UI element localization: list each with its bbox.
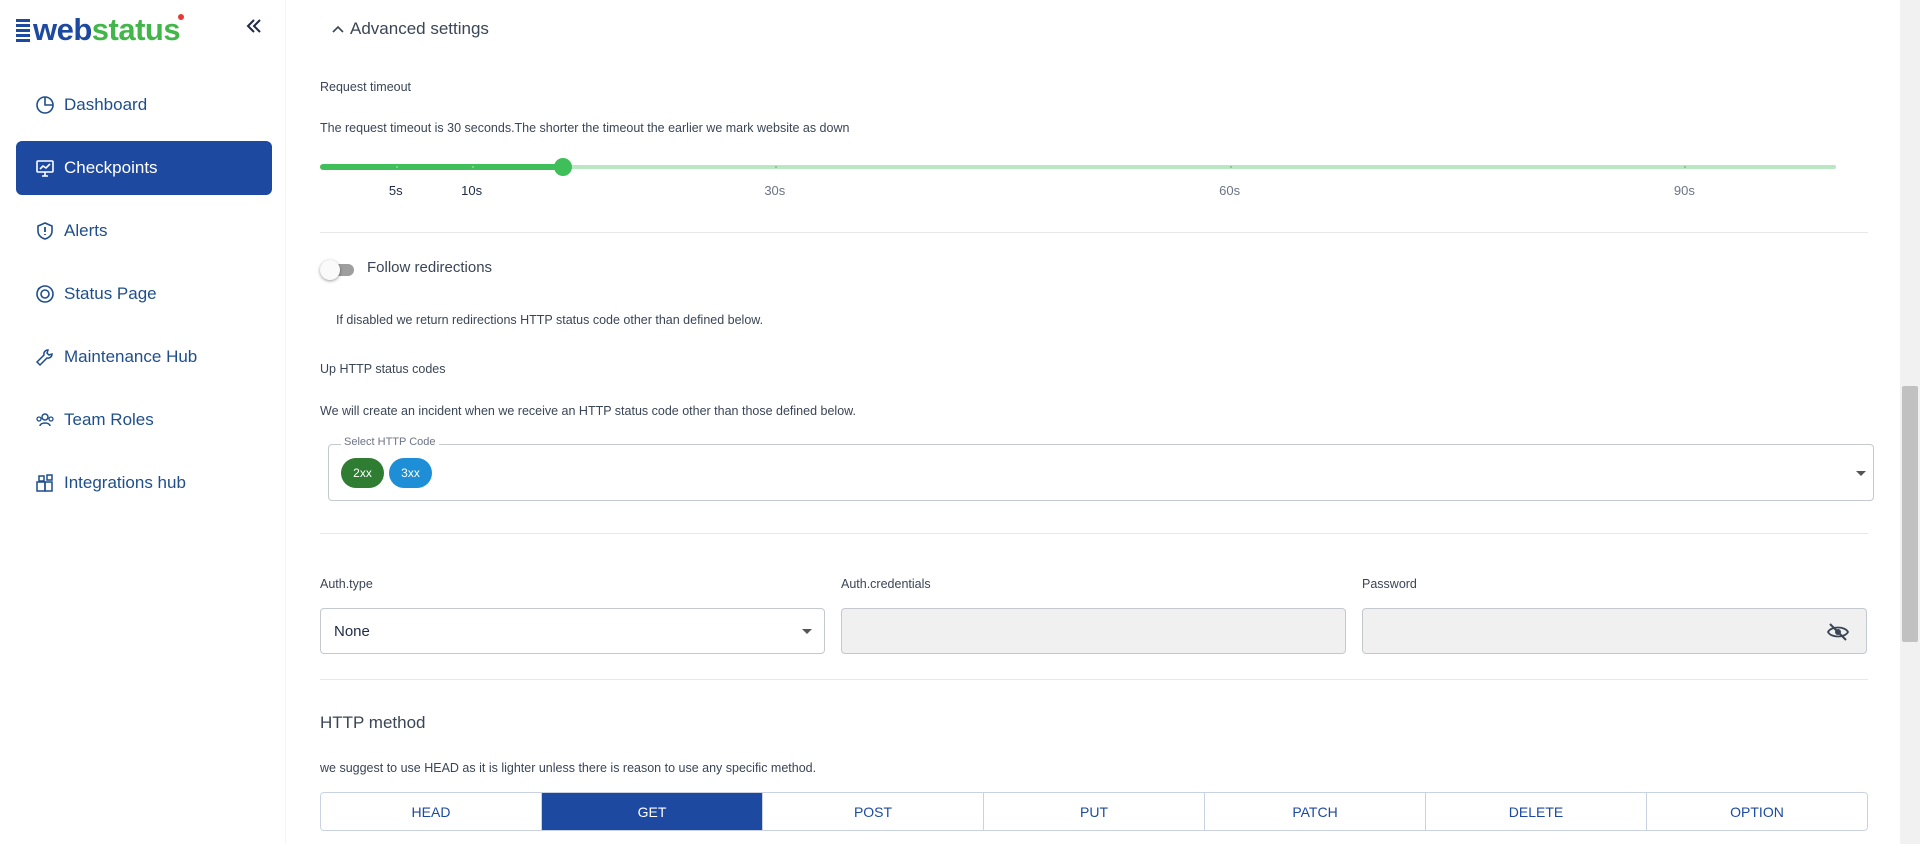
sidebar-item-label: Status Page	[64, 284, 157, 303]
sidebar-item-integrations-hub[interactable]: Integrations hub	[16, 456, 272, 510]
team-icon	[34, 409, 56, 431]
slider-thumb[interactable]	[553, 158, 572, 176]
method-button-option[interactable]: OPTION	[1647, 793, 1867, 830]
method-button-patch[interactable]: PATCH	[1205, 793, 1426, 830]
sidebar-nav: Dashboard Checkpoints Alerts Status Page	[16, 78, 272, 519]
caret-down-icon	[1856, 471, 1866, 476]
request-timeout-slider[interactable]	[320, 158, 1836, 176]
advanced-settings-title: Advanced settings	[350, 19, 489, 38]
status-page-icon	[34, 283, 56, 305]
password-input[interactable]	[1362, 608, 1867, 654]
slider-mark-label[interactable]: 60s	[1219, 183, 1240, 198]
scrollbar-thumb[interactable]	[1902, 386, 1918, 642]
sidebar-item-label: Integrations hub	[64, 473, 186, 492]
slider-mark-label[interactable]: 5s	[389, 183, 403, 198]
chip-2xx[interactable]: 2xx	[341, 458, 384, 488]
main-content: Advanced settings Request timeout The re…	[286, 0, 1900, 844]
method-button-delete[interactable]: DELETE	[1426, 793, 1647, 830]
http-method-title: HTTP method	[320, 713, 426, 732]
auth-type-value: None	[334, 622, 370, 640]
chip-3xx[interactable]: 3xx	[389, 458, 432, 488]
advanced-settings-toggle[interactable]: Advanced settings	[332, 19, 489, 39]
http-method-description: we suggest to use HEAD as it is lighter …	[320, 761, 817, 775]
slider-mark	[395, 166, 398, 168]
logo-text-web: web	[33, 12, 92, 47]
up-http-codes-label: Up HTTP status codes	[320, 362, 446, 376]
double-chevron-left-icon[interactable]	[242, 14, 266, 38]
http-code-select[interactable]: Select HTTP Code 2xx 3xx	[328, 436, 1874, 501]
method-button-head[interactable]: HEAD	[321, 793, 542, 830]
follow-redirections-switch[interactable]	[320, 260, 356, 280]
sidebar-item-team-roles[interactable]: Team Roles	[16, 393, 272, 447]
chevron-up-icon	[332, 25, 344, 33]
slider-mark	[1684, 166, 1687, 168]
slider-mark	[774, 166, 777, 168]
auth-type-label: Auth.type	[320, 577, 373, 591]
http-code-select-label: Select HTTP Code	[341, 436, 439, 448]
divider	[320, 533, 1868, 534]
slider-mark-label[interactable]: 10s	[461, 183, 482, 198]
request-timeout-label: Request timeout	[320, 80, 412, 94]
auth-credentials-label: Auth.credentials	[841, 577, 931, 591]
follow-redirections-label: Follow redirections	[367, 259, 493, 276]
sidebar-item-checkpoints[interactable]: Checkpoints	[16, 141, 272, 195]
sidebar-item-maintenance-hub[interactable]: Maintenance Hub	[16, 330, 272, 384]
webstatus-logo[interactable]: web status	[16, 12, 185, 48]
request-timeout-description: The request timeout is 30 seconds.The sh…	[320, 121, 850, 135]
integrations-icon	[34, 472, 56, 494]
password-label: Password	[1362, 577, 1417, 591]
sidebar-item-label: Dashboard	[64, 95, 148, 114]
auth-type-select[interactable]: None	[320, 608, 825, 654]
sidebar-item-label: Maintenance Hub	[64, 347, 198, 366]
method-button-get[interactable]: GET	[542, 793, 763, 830]
http-method-button-group: HEAD GET POST PUT PATCH DELETE OPTION	[320, 792, 1868, 831]
divider	[320, 232, 1868, 233]
sidebar-item-status-page[interactable]: Status Page	[16, 267, 272, 321]
sidebar: web status Dashboard Checkpoints Alerts …	[0, 0, 285, 844]
sidebar-item-alerts[interactable]: Alerts	[16, 204, 272, 258]
sidebar-item-dashboard[interactable]: Dashboard	[16, 78, 272, 132]
logo-text-status: status	[92, 12, 185, 48]
divider	[320, 679, 1868, 680]
pie-chart-icon	[34, 94, 56, 116]
vertical-scrollbar[interactable]	[1900, 0, 1920, 844]
eye-off-icon[interactable]	[1826, 620, 1850, 644]
follow-redirections-description: If disabled we return redirections HTTP …	[336, 313, 764, 327]
slider-mark	[1229, 166, 1232, 168]
slider-mark	[471, 166, 474, 168]
auth-credentials-input[interactable]	[841, 608, 1346, 654]
slider-mark-label[interactable]: 90s	[1674, 183, 1695, 198]
app-root: web status Dashboard Checkpoints Alerts …	[0, 0, 1920, 844]
slider-fill	[320, 164, 563, 170]
logo-bars-icon	[16, 18, 30, 42]
sidebar-item-label: Checkpoints	[64, 158, 158, 177]
up-http-codes-description: We will create an incident when we recei…	[320, 404, 856, 418]
sidebar-item-label: Alerts	[64, 221, 108, 240]
wrench-icon	[34, 346, 56, 368]
caret-down-icon	[802, 629, 812, 634]
monitor-chart-icon	[34, 157, 56, 179]
shield-alert-icon	[34, 220, 56, 242]
sidebar-item-label: Team Roles	[64, 410, 154, 429]
method-button-post[interactable]: POST	[763, 793, 984, 830]
slider-mark-label[interactable]: 30s	[764, 183, 785, 198]
method-button-put[interactable]: PUT	[984, 793, 1205, 830]
